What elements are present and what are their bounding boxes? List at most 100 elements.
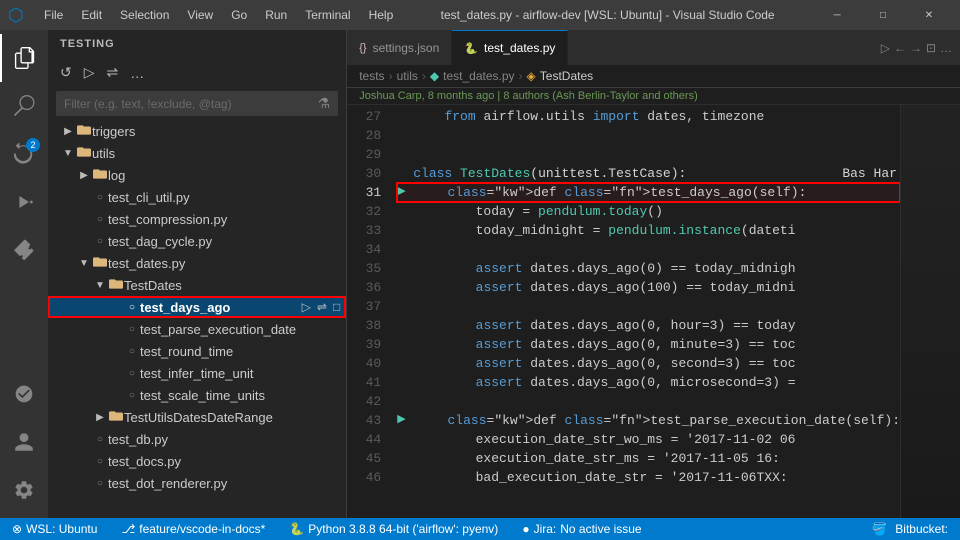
source-control-activity-icon[interactable]: 2 [0, 130, 48, 178]
tree-item-test_dates[interactable]: ▼test_dates.py [48, 252, 346, 274]
menu-help[interactable]: Help [361, 6, 402, 24]
extensions-activity-icon[interactable] [0, 226, 48, 274]
tab-settings-json[interactable]: {} settings.json [347, 30, 452, 65]
refresh-toolbar-btn[interactable]: ↺ [56, 62, 76, 83]
accounts-activity-icon[interactable] [0, 418, 48, 466]
tab-test-dates-py[interactable]: 🐍 test_dates.py [452, 30, 568, 65]
branch-status[interactable]: ⎇ feature/vscode-in-docs* [117, 522, 269, 536]
jira-issue: No active issue [560, 522, 641, 536]
code-text-32: today = pendulum.today() [413, 202, 663, 221]
tree-label-TestDates: TestDates [124, 278, 346, 293]
search-activity-icon[interactable] [0, 82, 48, 130]
breadcrumb-class[interactable]: TestDates [540, 69, 593, 83]
tree-icon-test_docs: ○ [92, 456, 108, 467]
sync-toolbar-btn[interactable]: ⇌ [103, 62, 123, 83]
tree-item-test_cli_util[interactable]: ○test_cli_util.py [48, 186, 346, 208]
tree-action-1[interactable]: ⇌ [315, 300, 329, 314]
tree-arrow-utils: ▼ [60, 148, 76, 159]
search-bar: ⚗ [56, 91, 338, 116]
code-line-33: today_midnight = pendulum.instance(datet… [397, 221, 900, 240]
nav-fwd-icon[interactable]: → [910, 41, 922, 55]
code-line-37 [397, 297, 900, 316]
main-layout: 2 TESTING ↺ ▷ ⇌ … ⚗ ▶triggers▼utils [0, 30, 960, 518]
jira-status[interactable]: ● Jira: No active issue [518, 522, 645, 536]
tree-arrow-test_dates: ▼ [76, 258, 92, 269]
python-status[interactable]: 🐍 Python 3.8.8 64-bit ('airflow': pyenv) [285, 522, 502, 536]
tree-action-2[interactable]: □ [331, 300, 342, 314]
tree-action-0[interactable]: ▷ [300, 300, 313, 314]
tree-item-TestDates[interactable]: ▼TestDates [48, 274, 346, 296]
source-control-badge: 2 [26, 138, 40, 152]
remote-status[interactable]: ⊗ WSL: Ubuntu [8, 522, 101, 536]
code-text-45: execution_date_str_ms = '2017-11-05 16: [413, 449, 780, 468]
search-input[interactable] [64, 97, 318, 111]
explorer-activity-icon[interactable] [0, 34, 48, 82]
split-editor-icon[interactable]: ⊡ [926, 41, 936, 55]
bitbucket-status[interactable]: 🪣 Bitbucket: [868, 522, 952, 536]
more-editor-icon[interactable]: … [940, 41, 952, 55]
settings-activity-icon[interactable] [0, 466, 48, 514]
tab-actions: ▷ ← → ⊡ … [873, 41, 960, 55]
tree-icon-TestDates [108, 277, 124, 294]
tree-item-triggers[interactable]: ▶triggers [48, 120, 346, 142]
menu-selection[interactable]: Selection [112, 6, 177, 24]
menu-run[interactable]: Run [257, 6, 295, 24]
menu-edit[interactable]: Edit [73, 6, 110, 24]
test-dates-label: test_dates.py [484, 41, 555, 55]
code-text-39: assert dates.days_ago(0, minute=3) == to… [413, 335, 795, 354]
breadcrumb-tests[interactable]: tests [359, 69, 384, 83]
run-activity-icon[interactable] [0, 178, 48, 226]
close-button[interactable]: ✕ [906, 0, 952, 30]
tree-icon-test_compression: ○ [92, 214, 108, 225]
code-line-34 [397, 240, 900, 259]
breadcrumb-file[interactable]: test_dates.py [443, 69, 514, 83]
menu-bar: ⬡ File Edit Selection View Go Run Termin… [0, 0, 960, 30]
code-line-41: assert dates.days_ago(0, microsecond=3) … [397, 373, 900, 392]
tree-item-log[interactable]: ▶log [48, 164, 346, 186]
nav-back-icon[interactable]: ← [894, 41, 906, 55]
maximize-button[interactable]: □ [860, 0, 906, 30]
tree-label-test_round_time: test_round_time [140, 344, 346, 359]
git-branch-icon: ⎇ [121, 522, 135, 536]
run-line-btn-43[interactable]: ▶ [397, 411, 412, 430]
menu-go[interactable]: Go [223, 6, 255, 24]
tree-item-test_dag_cycle[interactable]: ○test_dag_cycle.py [48, 230, 346, 252]
tree-item-test_db[interactable]: ○test_db.py [48, 428, 346, 450]
tree-item-utils[interactable]: ▼ utils [48, 142, 346, 164]
remote-activity-icon[interactable] [0, 370, 48, 418]
menu-terminal[interactable]: Terminal [297, 6, 358, 24]
editor-area: {} settings.json 🐍 test_dates.py ▷ ← → ⊡… [347, 30, 960, 518]
tree-item-test_parse_execution_date[interactable]: ○test_parse_execution_date [48, 318, 346, 340]
more-toolbar-btn[interactable]: … [126, 63, 148, 83]
menu-file[interactable]: File [36, 6, 71, 24]
app-icon: ⬡ [8, 5, 28, 26]
tree-item-TestUtilsDatesDateRange[interactable]: ▶TestUtilsDatesDateRange [48, 406, 346, 428]
code-line-46: bad_execution_date_str = '2017-11-06TXX: [397, 468, 900, 487]
tree-label-test_db: test_db.py [108, 432, 346, 447]
tab-bar: {} settings.json 🐍 test_dates.py ▷ ← → ⊡… [347, 30, 960, 65]
tree-icon-test_round_time: ○ [124, 346, 140, 357]
tree-arrow-log: ▶ [76, 170, 92, 181]
code-text-36: assert dates.days_ago(100) == today_midn… [413, 278, 795, 297]
tree-item-test_compression[interactable]: ○test_compression.py [48, 208, 346, 230]
minimize-button[interactable]: ─ [814, 0, 860, 30]
code-line-40: assert dates.days_ago(0, second=3) == to… [397, 354, 900, 373]
tree-item-test_scale_time_units[interactable]: ○test_scale_time_units [48, 384, 346, 406]
tree-item-test_dot_renderer[interactable]: ○test_dot_renderer.py [48, 472, 346, 494]
menu-view[interactable]: View [179, 6, 221, 24]
python-label: Python 3.8.8 64-bit ('airflow': pyenv) [308, 522, 498, 536]
tree-item-test_round_time[interactable]: ○test_round_time [48, 340, 346, 362]
breadcrumb-utils[interactable]: utils [397, 69, 418, 83]
activity-bar: 2 [0, 30, 48, 518]
code-line-27: from airflow.utils import dates, timezon… [397, 107, 900, 126]
tree-item-test_docs[interactable]: ○test_docs.py [48, 450, 346, 472]
run-line-btn-31[interactable]: ▶ [397, 183, 412, 202]
run-toolbar-btn[interactable]: ▷ [80, 62, 99, 83]
run-editor-icon[interactable]: ▷ [881, 41, 890, 55]
tree-item-test_days_ago[interactable]: ○test_days_ago▷⇌□ [48, 296, 346, 318]
code-line-42 [397, 392, 900, 411]
test-dates-icon: 🐍 [464, 42, 478, 55]
tree-label-utils: utils [92, 146, 346, 161]
tree-item-test_infer_time_unit[interactable]: ○test_infer_time_unit [48, 362, 346, 384]
code-content[interactable]: from airflow.utils import dates, timezon… [389, 105, 900, 487]
